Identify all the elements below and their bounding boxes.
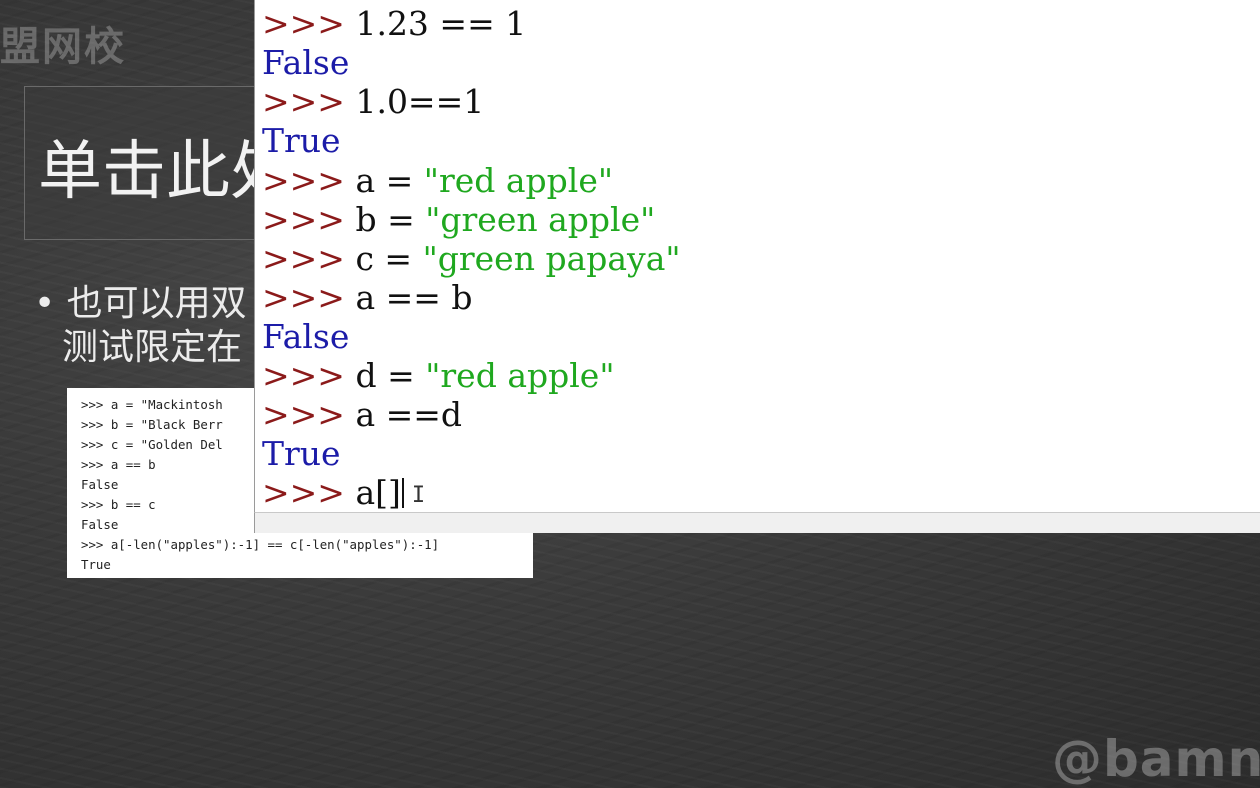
bullet-text-line-2: 测试限定在 [62, 327, 243, 368]
shell-line: >>> b = "green apple" [262, 200, 655, 239]
shell-code: a = [355, 161, 424, 200]
shell-string: "green papaya" [422, 239, 681, 278]
shell-prompt: >>> [262, 4, 345, 43]
python-shell-window[interactable]: >>> 1.23 == 1 False >>> 1.0==1 True >>> … [254, 0, 1260, 512]
shell-string: "red apple" [423, 161, 614, 200]
shell-line: >>> a == b [262, 278, 473, 317]
shell-status-bar [254, 512, 1260, 533]
shell-input-line[interactable]: >>> a[] I [262, 473, 425, 512]
shell-line: >>> a ==d [262, 395, 462, 434]
code-image-line: True [81, 557, 111, 572]
shell-output: False [262, 317, 350, 356]
shell-code: 1.23 == 1 [355, 4, 527, 43]
shell-line: >>> c = "green papaya" [262, 239, 681, 278]
code-image-line: >>> a[-len("apples"):-1] == c[-len("appl… [81, 537, 440, 552]
shell-prompt: >>> [262, 356, 345, 395]
shell-line: >>> d = "red apple" [262, 356, 615, 395]
watermark-bottom: @bamn. [1052, 730, 1260, 788]
shell-prompt: >>> [262, 161, 345, 200]
shell-prompt: >>> [262, 395, 345, 434]
shell-code: b = [355, 200, 426, 239]
shell-code: 1.0==1 [355, 82, 485, 121]
watermark-top: 盟网校 [0, 24, 126, 70]
shell-prompt: >>> [262, 473, 345, 512]
shell-line: >>> a = "red apple" [262, 161, 613, 200]
shell-line: >>> 1.23 == 1 [262, 4, 526, 43]
shell-line: True [262, 121, 341, 160]
shell-code: a == b [355, 278, 473, 317]
shell-current-input[interactable]: a[] [355, 473, 400, 512]
shell-output: True [262, 434, 341, 473]
shell-string: "red apple" [425, 356, 615, 395]
shell-prompt: >>> [262, 200, 345, 239]
shell-code: d = [355, 356, 426, 395]
shell-prompt: >>> [262, 239, 345, 278]
shell-code: a ==d [355, 395, 463, 434]
text-cursor [401, 478, 404, 508]
shell-line: False [262, 43, 349, 82]
shell-line: True [262, 434, 341, 473]
ibeam-cursor-icon: I [411, 483, 426, 508]
shell-code: c = [355, 239, 423, 278]
shell-line: >>> 1.0==1 [262, 82, 484, 121]
shell-prompt: >>> [262, 278, 345, 317]
shell-output: True [262, 121, 341, 160]
shell-string: "green apple" [425, 200, 656, 239]
shell-output: False [262, 43, 350, 82]
shell-line: False [262, 317, 349, 356]
shell-prompt: >>> [262, 82, 345, 121]
